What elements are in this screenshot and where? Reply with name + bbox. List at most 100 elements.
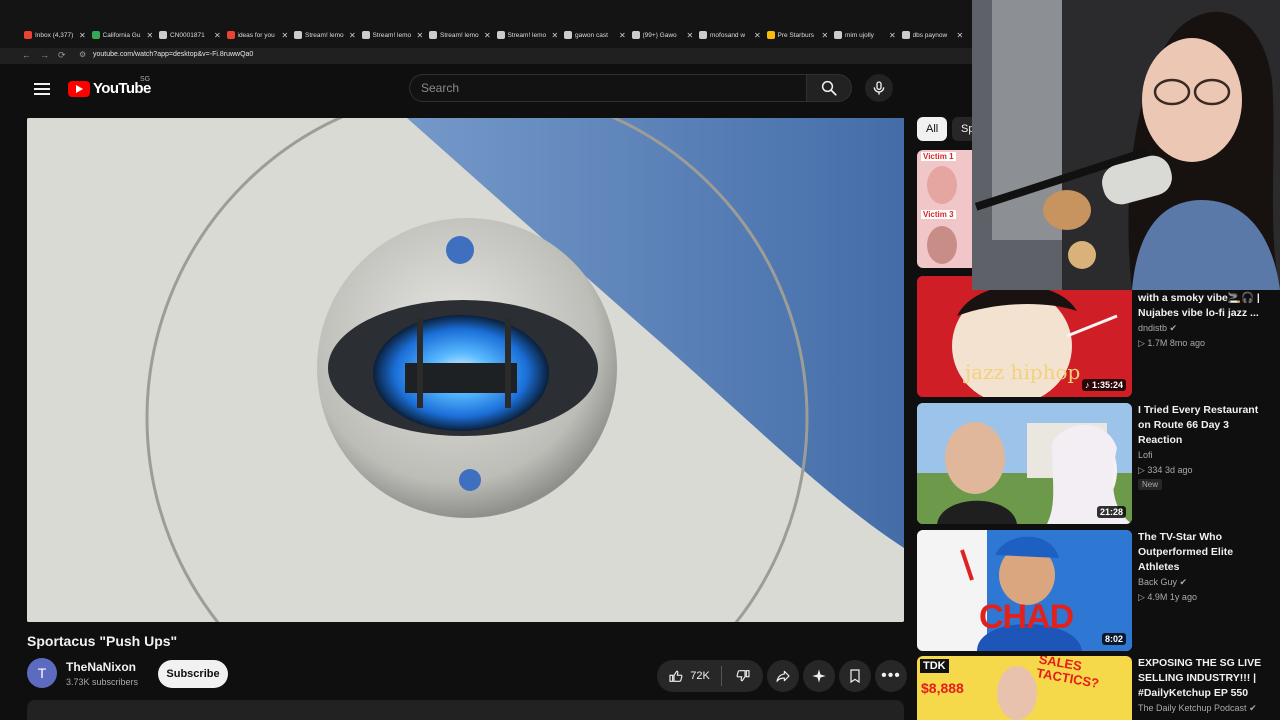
- tab-favicon-icon: [91, 31, 100, 39]
- related-channel[interactable]: Lofi: [1138, 450, 1153, 460]
- chip-all[interactable]: All: [917, 117, 948, 141]
- thumb-text: CHAD: [979, 598, 1074, 636]
- browser-tab[interactable]: Stream! lemo ✕: [496, 27, 559, 43]
- tab-favicon-icon: [631, 31, 640, 39]
- more-actions-button[interactable]: •••: [875, 660, 907, 692]
- back-icon[interactable]: ←: [22, 50, 31, 60]
- voice-search-button[interactable]: [865, 74, 893, 102]
- channel-name: dndistb: [1138, 323, 1168, 333]
- channel-avatar[interactable]: T: [27, 658, 57, 688]
- tab-close-icon[interactable]: ✕: [484, 31, 491, 40]
- browser-tab[interactable]: ideas for you ✕: [226, 27, 289, 43]
- related-channel[interactable]: The Daily Ketchup Podcast ✔: [1138, 703, 1257, 714]
- browser-tab[interactable]: Stream! lemo ✕: [294, 27, 356, 43]
- youtube-play-icon: [68, 80, 90, 97]
- reload-icon[interactable]: ⟳: [58, 50, 66, 61]
- dislike-button[interactable]: [722, 668, 763, 684]
- related-title[interactable]: I Tried Every Restaurant on Route 66 Day…: [1138, 403, 1268, 448]
- related-channel[interactable]: dndistb ✔: [1138, 323, 1177, 334]
- tab-favicon-icon: [226, 31, 235, 39]
- browser-tab[interactable]: mim ujolly ✕: [834, 27, 896, 43]
- browser-tab[interactable]: dbs paynow ✕: [901, 27, 964, 43]
- tab-label: mim ujolly: [845, 31, 874, 39]
- youtube-logo[interactable]: YouTube SG: [68, 76, 151, 97]
- browser-tab[interactable]: (99+) Gawo ✕: [631, 27, 694, 43]
- url-text[interactable]: youtube.com/watch?app=desktop&v=-Fi.8ruw…: [93, 51, 253, 58]
- title-line: Athletes: [1138, 561, 1180, 573]
- tab-favicon-icon: [159, 31, 167, 39]
- ask-ai-button[interactable]: [803, 660, 835, 692]
- tab-close-icon[interactable]: ✕: [552, 31, 559, 40]
- title-line: Nujabes vibe lo-fi jazz ...: [1138, 307, 1259, 319]
- video-player[interactable]: [27, 118, 904, 622]
- forward-icon[interactable]: →: [40, 50, 49, 60]
- browser-tab[interactable]: gawon cast ✕: [564, 27, 626, 43]
- title-line: Outperformed Elite: [1138, 546, 1234, 558]
- browser-tab[interactable]: California Gu ✕: [91, 27, 154, 43]
- browser-tab[interactable]: Pre Starburs ✕: [766, 27, 829, 43]
- duration-badge: ♪ 1:35:24: [1081, 379, 1126, 391]
- video-thumbnail[interactable]: 21:28: [917, 403, 1132, 524]
- video-title: Sportacus "Push Ups": [27, 633, 178, 649]
- tab-favicon-icon: [834, 31, 842, 39]
- tab-close-icon[interactable]: ✕: [687, 31, 694, 40]
- site-info-icon[interactable]: ⚙: [79, 50, 86, 59]
- verified-icon: ✔: [1249, 703, 1257, 713]
- video-frame: [27, 118, 904, 622]
- tab-label: CN0001871: [170, 31, 205, 39]
- thumb-label: Victim 3: [921, 210, 956, 219]
- browser-tab[interactable]: Inbox (4,377) ✕: [24, 27, 86, 43]
- search-input[interactable]: Search: [409, 74, 807, 102]
- address-bar[interactable]: ← → ⟳ ⚙ youtube.com/watch?app=desktop&v=…: [0, 48, 972, 64]
- related-title[interactable]: The TV-Star Who Outperformed Elite Athle…: [1138, 530, 1268, 575]
- tab-favicon-icon: [766, 31, 775, 39]
- subscribe-button[interactable]: Subscribe: [158, 660, 228, 688]
- tab-label: Stream! lemo: [372, 31, 412, 39]
- like-count: 72K: [690, 670, 710, 682]
- title-line: EXPOSING THE SG LIVE: [1138, 657, 1262, 669]
- thumb-text: TDK: [920, 659, 949, 673]
- tab-favicon-icon: [699, 31, 707, 39]
- thumb-label: Victim 1: [921, 152, 956, 161]
- description-box[interactable]: [27, 700, 904, 720]
- related-meta: ▷ 1.7M 8mo ago: [1138, 338, 1205, 348]
- share-button[interactable]: [767, 660, 799, 692]
- tab-close-icon[interactable]: ✕: [822, 31, 829, 40]
- search-button[interactable]: [806, 74, 852, 102]
- tab-close-icon[interactable]: ✕: [619, 31, 626, 40]
- related-channel[interactable]: Back Guy ✔: [1138, 577, 1187, 588]
- tab-close-icon[interactable]: ✕: [349, 31, 356, 40]
- tab-close-icon[interactable]: ✕: [889, 31, 896, 40]
- tab-close-icon[interactable]: ✕: [282, 31, 289, 40]
- video-thumbnail[interactable]: CHAD 8:02: [917, 530, 1132, 651]
- title-line: with a smoky vibe🚬🎧 |: [1138, 292, 1260, 304]
- browser-tab[interactable]: Stream! lemo ✕: [429, 27, 491, 43]
- tab-label: dbs paynow: [912, 31, 948, 39]
- menu-icon[interactable]: [34, 81, 50, 95]
- tab-close-icon[interactable]: ✕: [957, 31, 964, 40]
- related-title[interactable]: with a smoky vibe🚬🎧 | Nujabes vibe lo-fi…: [1138, 291, 1268, 321]
- tab-close-icon[interactable]: ✕: [79, 31, 86, 40]
- tab-label: Pre Starburs: [777, 31, 815, 39]
- related-meta: ▷ 334 3d ago: [1138, 465, 1193, 475]
- title-line: Reaction: [1138, 434, 1183, 446]
- verified-icon: ✔: [1179, 577, 1188, 587]
- tab-label: ideas for you: [237, 31, 275, 39]
- tab-label: mofosand w: [710, 31, 746, 39]
- tab-close-icon[interactable]: ✕: [754, 31, 761, 40]
- browser-tab[interactable]: mofosand w ✕: [699, 27, 761, 43]
- save-button[interactable]: [839, 660, 871, 692]
- video-thumbnail[interactable]: jazz hiphop ♪ 1:35:24: [917, 276, 1132, 397]
- browser-tab[interactable]: Stream! lemo ✕: [361, 27, 424, 43]
- related-title[interactable]: EXPOSING THE SG LIVE SELLING INDUSTRY!!!…: [1138, 656, 1268, 701]
- channel-name[interactable]: TheNaNixon: [66, 660, 136, 674]
- video-thumbnail[interactable]: TDK $8,888 SALES TACTICS?: [917, 656, 1132, 720]
- tab-label: Stream! lemo: [440, 31, 479, 39]
- tab-close-icon[interactable]: ✕: [147, 31, 154, 40]
- browser-tab[interactable]: CN0001871 ✕: [159, 27, 221, 43]
- tab-favicon-icon: [901, 31, 910, 39]
- tab-close-icon[interactable]: ✕: [417, 31, 424, 40]
- country-code: SG: [140, 76, 151, 83]
- tab-close-icon[interactable]: ✕: [214, 31, 221, 40]
- like-button[interactable]: 72K: [657, 668, 721, 684]
